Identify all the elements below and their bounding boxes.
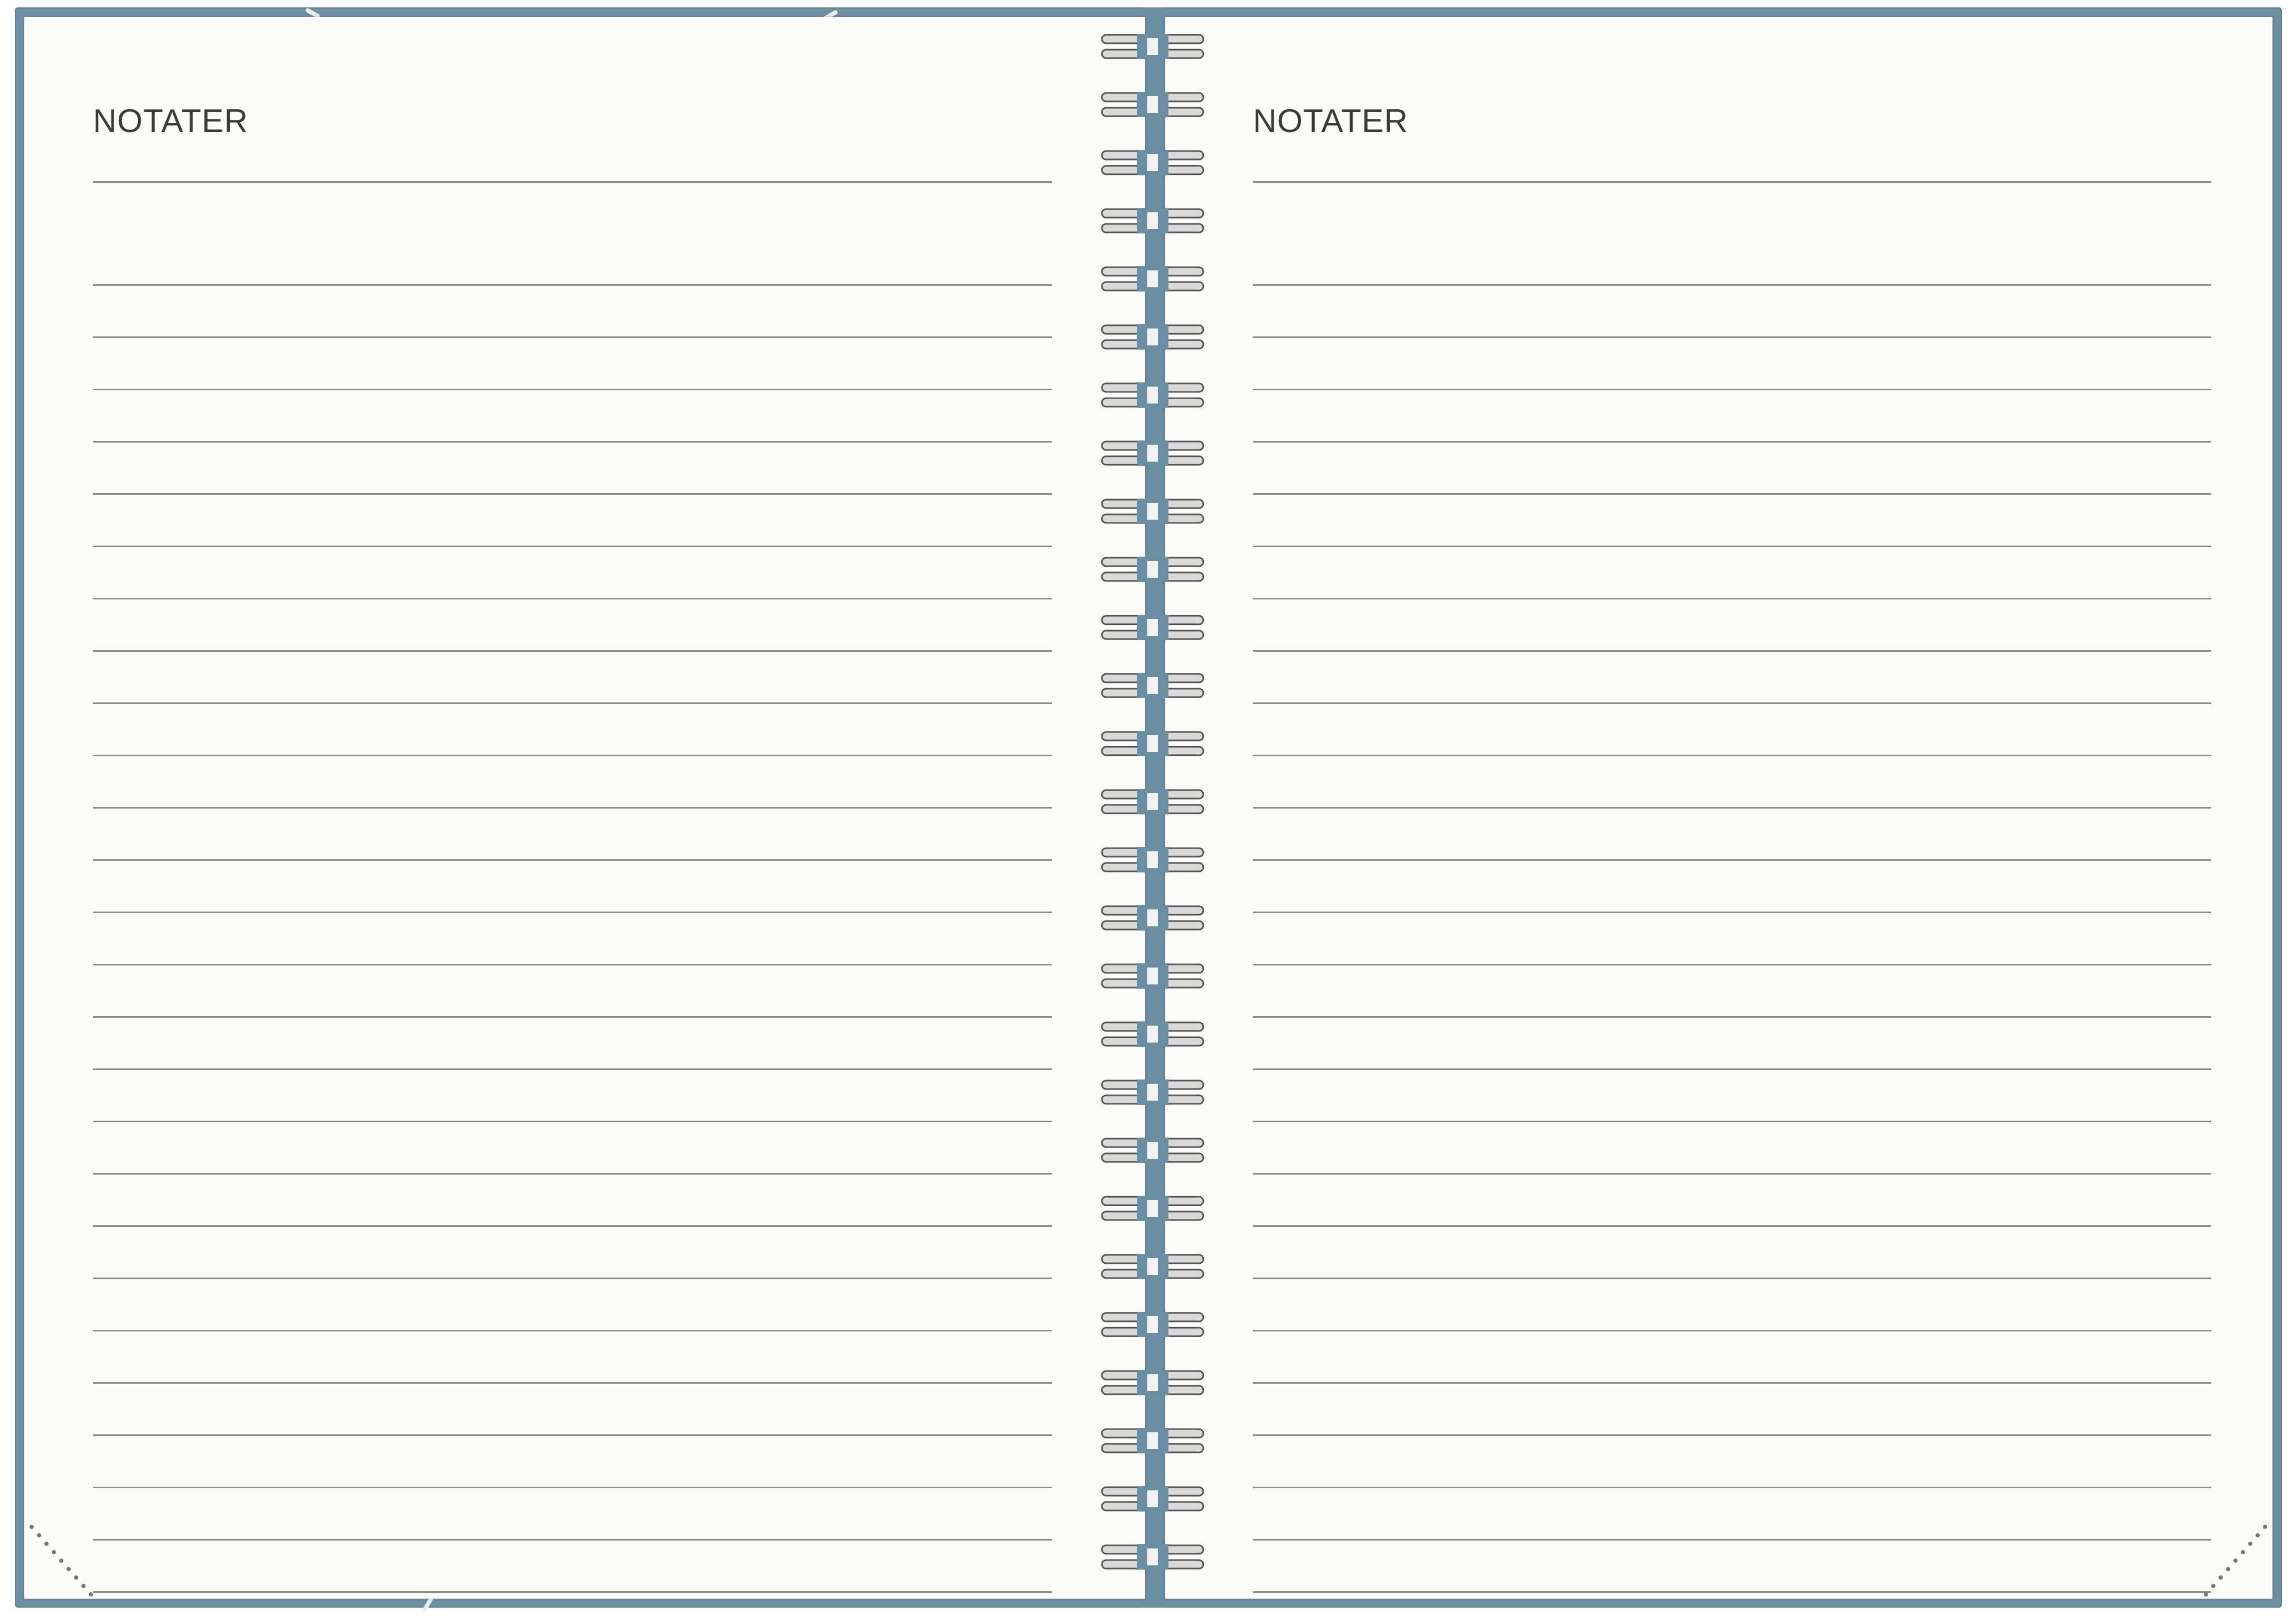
- ruled-line: [1253, 1070, 2211, 1122]
- ruled-line: [93, 547, 1052, 599]
- ruled-line: [1253, 495, 2211, 547]
- spiral-ring: [1101, 1370, 1204, 1395]
- ruled-line: [93, 1279, 1052, 1331]
- corner-pocket-icon: [2204, 1525, 2267, 1597]
- spiral-ring: [1101, 1486, 1204, 1512]
- ruled-line: [1253, 286, 2211, 338]
- ruled-line: [1253, 861, 2211, 913]
- ruled-line: [1253, 181, 2211, 183]
- spiral-ring: [1101, 963, 1204, 989]
- spiral-ring: [1101, 34, 1204, 59]
- spiral-ring: [1101, 673, 1204, 698]
- spiral-ring: [1101, 1138, 1204, 1163]
- spiral-ring: [1101, 1254, 1204, 1279]
- spiral-ring: [1101, 1079, 1204, 1105]
- ruled-line: [93, 1175, 1052, 1227]
- ruled-line: [93, 652, 1052, 704]
- spiral-ring: [1101, 208, 1204, 233]
- left-page: NOTATER: [24, 17, 1145, 1599]
- spiral-ring: [1101, 324, 1204, 350]
- ruled-line: [93, 1436, 1052, 1488]
- right-page: NOTATER: [1165, 17, 2272, 1599]
- ruled-line: [1253, 1488, 2211, 1541]
- ruled-lines: [93, 181, 1052, 1593]
- spiral-ring: [1101, 1021, 1204, 1047]
- ruled-line: [1253, 1279, 2211, 1331]
- ruled-line: [93, 1384, 1052, 1436]
- ruled-line: [1253, 809, 2211, 861]
- ruled-line: [1253, 1018, 2211, 1070]
- ruled-line: [93, 495, 1052, 547]
- ruled-lines: [1253, 181, 2211, 1593]
- spiral-ring: [1101, 1544, 1204, 1570]
- ruled-line: [93, 1227, 1052, 1279]
- spiral-ring: [1101, 1196, 1204, 1221]
- ruled-line: [93, 599, 1052, 652]
- ruled-line: [93, 1331, 1052, 1384]
- spiral-ring: [1101, 499, 1204, 524]
- spiral-ring: [1101, 266, 1204, 292]
- ruled-line: [1253, 1436, 2211, 1488]
- ruled-line: [93, 286, 1052, 338]
- ruled-line: [93, 181, 1052, 183]
- ruled-line: [93, 1018, 1052, 1070]
- ruled-line: [93, 913, 1052, 965]
- ruled-line: [93, 756, 1052, 809]
- spiral-ring: [1101, 1428, 1204, 1453]
- ruled-line: [93, 965, 1052, 1018]
- spiral-ring: [1101, 789, 1204, 814]
- ruled-line: [1253, 1227, 2211, 1279]
- spiral-ring: [1101, 150, 1204, 175]
- ruled-line: [1253, 913, 2211, 965]
- spiral-ring: [1101, 557, 1204, 582]
- ruled-line: [93, 1541, 1052, 1593]
- ruled-line: [1253, 1175, 2211, 1227]
- ruled-line: [1253, 599, 2211, 652]
- ruled-line: [1253, 547, 2211, 599]
- ruled-line: [93, 861, 1052, 913]
- page-title: NOTATER: [93, 103, 249, 139]
- spiral-ring: [1101, 92, 1204, 117]
- ruled-line: [93, 704, 1052, 756]
- spiral-ring: [1101, 615, 1204, 640]
- ruled-line: [1253, 390, 2211, 443]
- corner-pocket-icon: [30, 1525, 93, 1597]
- ruled-line: [93, 390, 1052, 443]
- ruled-line: [93, 338, 1052, 390]
- ruled-line: [93, 809, 1052, 861]
- ruled-line: [1253, 1384, 2211, 1436]
- ruled-line: [1253, 1331, 2211, 1384]
- ruled-line: [1253, 652, 2211, 704]
- ruled-line: [93, 233, 1052, 286]
- ruled-line: [1253, 756, 2211, 809]
- ruled-line: [93, 1122, 1052, 1175]
- spiral-ring: [1101, 731, 1204, 756]
- spiral-ring: [1101, 847, 1204, 872]
- ruled-line: [1253, 1541, 2211, 1593]
- ruled-line: [1253, 338, 2211, 390]
- spiral-ring: [1101, 905, 1204, 931]
- ruled-line: [93, 1488, 1052, 1541]
- spiral-ring: [1101, 440, 1204, 466]
- ruled-line: [1253, 233, 2211, 286]
- ruled-line: [93, 1070, 1052, 1122]
- ruled-line: [1253, 443, 2211, 495]
- ruled-line: [1253, 704, 2211, 756]
- ruled-line: [1253, 965, 2211, 1018]
- page-title: NOTATER: [1253, 103, 1409, 139]
- ruled-line: [1253, 1122, 2211, 1175]
- spiral-ring: [1101, 382, 1204, 408]
- spiral-ring: [1101, 1312, 1204, 1337]
- ruled-line: [93, 443, 1052, 495]
